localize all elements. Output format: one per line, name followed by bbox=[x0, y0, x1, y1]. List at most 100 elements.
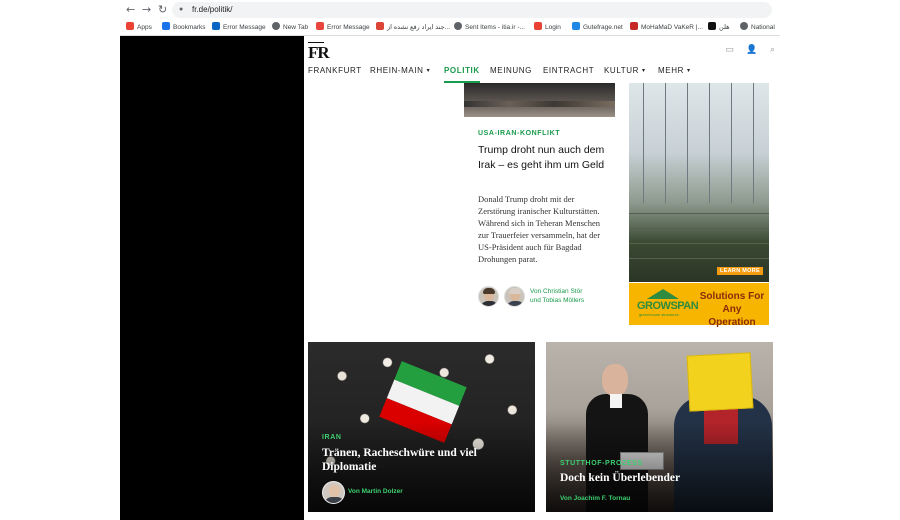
forward-button[interactable]: → bbox=[142, 3, 151, 16]
byline-line: und Tobias Möllers bbox=[530, 297, 585, 304]
nav-label: POLITIK bbox=[444, 66, 480, 75]
bookmark-persian[interactable]: جند ایراد رفع نشده از... bbox=[376, 22, 450, 33]
apps-grid-icon bbox=[126, 22, 134, 30]
ad-beam bbox=[709, 83, 710, 203]
card-title[interactable]: Tränen, Racheschwüre und viel Diplomatie bbox=[322, 446, 522, 474]
card-byline[interactable]: Von Martin Dolzer bbox=[348, 488, 403, 495]
nav-eintracht[interactable]: EINTRACHT bbox=[543, 66, 594, 75]
head bbox=[602, 364, 628, 396]
left-black-margin bbox=[120, 36, 304, 520]
nav-mehr[interactable]: MEHR ▾ bbox=[658, 66, 691, 75]
star-icon bbox=[162, 22, 170, 30]
article-card-stutthof[interactable]: STUTTHOF-PROZESS Doch kein Überlebender … bbox=[546, 342, 773, 512]
lock-icon: ● bbox=[179, 6, 184, 13]
gutefrage-icon bbox=[572, 22, 580, 30]
bookmark-label: جند ایراد رفع نشده از... bbox=[387, 24, 451, 31]
article-photo[interactable] bbox=[464, 83, 615, 117]
greenhouse-roof-icon bbox=[647, 289, 679, 299]
fr-website: FR ▭ 👤 ⌕ FRANKFURT RHEIN-MAIN ▾ POLITIK M… bbox=[304, 36, 779, 520]
bookmark-label: Bookmarks bbox=[173, 24, 206, 31]
browser-chrome: ← → ↻ ● fr.de/politik/ Apps Bookmarks Er… bbox=[120, 0, 780, 36]
bookmark-sent-items[interactable]: Sent Items - itia.ir -... bbox=[454, 22, 525, 33]
bookmark-new-tab[interactable]: New Tab bbox=[272, 22, 308, 33]
collar bbox=[610, 394, 622, 408]
back-button[interactable]: ← bbox=[126, 3, 135, 16]
ad-plant-row bbox=[629, 213, 769, 214]
ad-plant-row bbox=[629, 243, 769, 244]
ad-learn-more-button[interactable]: LEARN MORE bbox=[717, 267, 763, 275]
avatar-shirt bbox=[480, 301, 498, 306]
address-bar-url: fr.de/politik/ bbox=[192, 5, 233, 14]
ad-banner: GROWSPAN greenhouse structures Solutions… bbox=[629, 283, 769, 328]
bookmarks-bar: Apps Bookmarks Error Message New Tab Err… bbox=[120, 20, 780, 35]
bookmark-gutefrage[interactable]: Gutefrage.net bbox=[572, 22, 623, 33]
ad-photo bbox=[629, 83, 769, 282]
header-icons: ▭ 👤 ⌕ bbox=[715, 44, 775, 55]
nav-politik[interactable]: POLITIK bbox=[444, 66, 480, 83]
card-kicker: IRAN bbox=[322, 434, 342, 441]
user-icon[interactable]: 👤 bbox=[746, 44, 757, 54]
bookmark-label: Apps bbox=[137, 24, 152, 31]
bookmark-label: Error Message bbox=[223, 24, 266, 31]
article-card-iran[interactable]: IRAN Tränen, Racheschwüre und viel Diplo… bbox=[308, 342, 535, 512]
chevron-down-icon: ▾ bbox=[642, 68, 646, 74]
nav-kultur[interactable]: KULTUR ▾ bbox=[604, 66, 646, 75]
ad-brand-sub: greenhouse structures bbox=[639, 312, 679, 317]
nav-label: EINTRACHT bbox=[543, 66, 595, 75]
bookmark-label: Error Message bbox=[327, 24, 370, 31]
ad-beam bbox=[687, 83, 688, 203]
article-headline[interactable]: Trump droht nun auch dem Irak – es geht … bbox=[478, 143, 608, 173]
bookmark-national[interactable]: National bbox=[740, 22, 775, 33]
login-icon bbox=[534, 22, 542, 30]
card-title[interactable]: Doch kein Überlebender bbox=[560, 471, 760, 485]
article-teaser[interactable]: Donald Trump droht mit der Zerstörung ir… bbox=[478, 193, 608, 265]
gmail-icon bbox=[376, 22, 384, 30]
article-byline[interactable]: Von Christian Stör und Tobias Möllers bbox=[530, 287, 584, 305]
site-logo[interactable]: FR bbox=[308, 43, 330, 63]
reload-button[interactable]: ↻ bbox=[158, 3, 167, 16]
card-byline[interactable]: Von Joachim F. Tornau bbox=[560, 495, 630, 502]
author-avatar[interactable] bbox=[478, 286, 499, 307]
bookmark-bookmarks[interactable]: Bookmarks bbox=[162, 22, 206, 33]
yellow-folder bbox=[686, 352, 754, 412]
site-icon bbox=[708, 22, 716, 30]
author-avatar[interactable] bbox=[504, 286, 525, 307]
avatar-hair bbox=[509, 288, 521, 294]
bookmark-label: هلن bbox=[719, 24, 730, 31]
nav-label: KULTUR bbox=[604, 66, 640, 75]
avatar-shirt bbox=[506, 301, 524, 306]
gear-icon bbox=[740, 22, 748, 30]
bookmark-label: Sent Items - itia.ir -... bbox=[465, 24, 525, 31]
nav-frankfurt[interactable]: FRANKFURT bbox=[308, 66, 362, 75]
author-avatar[interactable] bbox=[322, 481, 345, 504]
search-icon[interactable]: ⌕ bbox=[770, 44, 775, 54]
ad-plant-row bbox=[629, 228, 769, 229]
right-margin bbox=[779, 36, 900, 520]
bookmark-error-message[interactable]: Error Message bbox=[212, 22, 266, 33]
chevron-down-icon: ▾ bbox=[426, 68, 431, 74]
bookmark-helen[interactable]: هلن bbox=[708, 22, 730, 33]
bookmark-mohamad[interactable]: MoHaMaD VaKeR |... bbox=[630, 22, 703, 33]
bookmark-label: MoHaMaD VaKeR |... bbox=[641, 24, 703, 31]
profile-icon bbox=[630, 22, 638, 30]
bookmark-login[interactable]: Login bbox=[534, 22, 561, 33]
ad-beam bbox=[753, 83, 754, 203]
nav-label: RHEIN-MAIN bbox=[370, 66, 424, 75]
byline-line: Von Christian Stör bbox=[530, 288, 583, 295]
bookmark-apps[interactable]: Apps bbox=[126, 22, 152, 33]
article-kicker[interactable]: USA-IRAN-KONFLIKT bbox=[478, 130, 560, 137]
article-authors: Von Christian Stör und Tobias Möllers bbox=[478, 286, 618, 310]
greenhouse-advertisement[interactable]: LEARN MORE GROWSPAN greenhouse structure… bbox=[629, 83, 769, 328]
avatar-face bbox=[329, 485, 340, 497]
bookmark-label: Login bbox=[545, 24, 561, 31]
nav-meinung[interactable]: MEINUNG bbox=[490, 66, 532, 75]
nav-rhein-main[interactable]: RHEIN-MAIN ▾ bbox=[370, 66, 430, 75]
main-navigation: FRANKFURT RHEIN-MAIN ▾ POLITIK MEINUNG EI… bbox=[308, 66, 778, 84]
ad-tagline: Solutions For Any Operation bbox=[699, 291, 765, 328]
globe-icon bbox=[272, 22, 280, 30]
ad-brand: GROWSPAN bbox=[637, 300, 699, 312]
ad-beam bbox=[665, 83, 666, 203]
screen-icon[interactable]: ▭ bbox=[725, 44, 734, 54]
address-bar[interactable]: ● fr.de/politik/ bbox=[172, 2, 772, 18]
bookmark-error-message-2[interactable]: Error Message bbox=[316, 22, 370, 33]
